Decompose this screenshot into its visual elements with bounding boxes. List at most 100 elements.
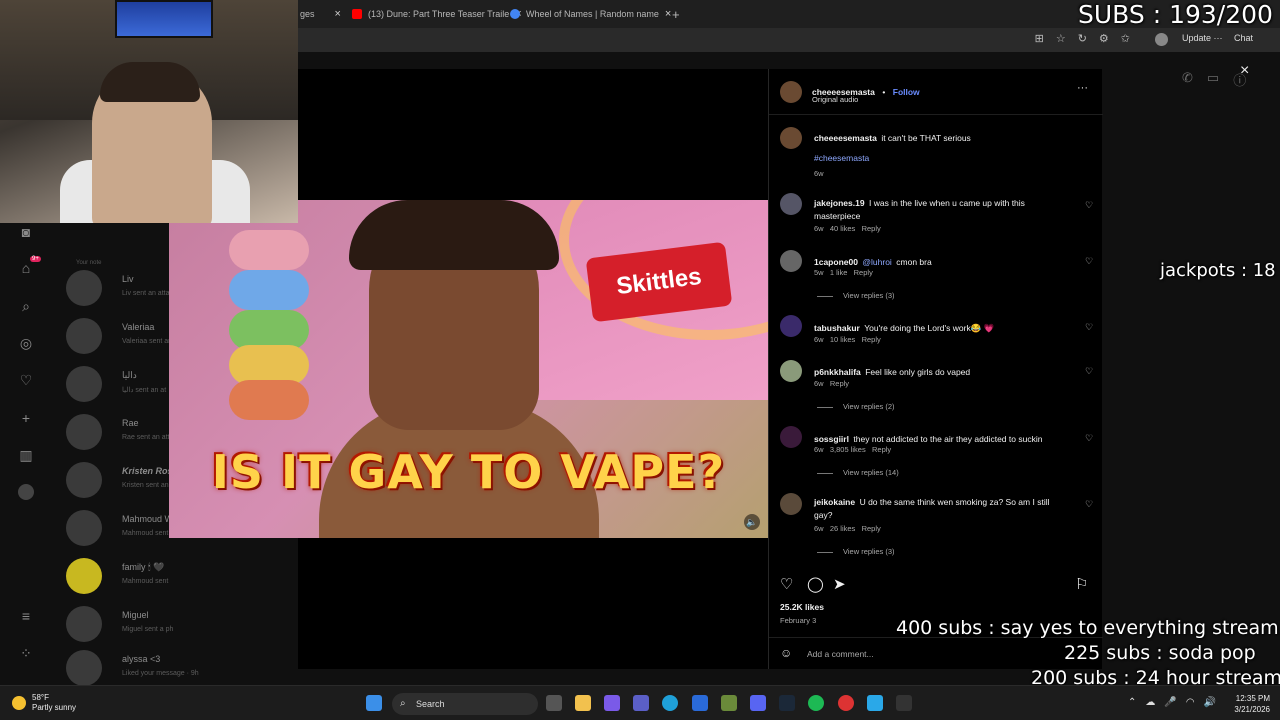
like-comment-icon[interactable]: ♡ [1085, 499, 1093, 510]
menu-icon[interactable]: ≡ [18, 608, 34, 624]
emoji-icon[interactable]: ☺ [780, 646, 792, 660]
instagram-icon[interactable]: ◙ [18, 224, 34, 240]
comment-avatar[interactable] [780, 250, 802, 272]
search-icon[interactable]: ⌕ [18, 298, 34, 314]
profile-avatar[interactable] [1155, 33, 1168, 46]
dm-item[interactable]: Miguel Miguel sent a ph [64, 600, 184, 644]
comment-avatar[interactable] [780, 360, 802, 382]
reply-button[interactable]: Reply [862, 524, 881, 533]
like-icon[interactable]: ♡ [780, 575, 793, 593]
follow-button[interactable]: Follow [893, 87, 920, 97]
more-options-icon[interactable]: ··· [1077, 82, 1088, 94]
dm-item[interactable]: Liv Liv sent an attac [64, 264, 184, 308]
taskbar-search[interactable]: ⌕ Search [392, 693, 538, 715]
clock[interactable]: 12:35 PM 3/21/2026 [1226, 693, 1270, 715]
tab-wheel-of-names[interactable]: Wheel of Names | Random name × [510, 4, 671, 24]
volume-icon[interactable]: 🔈 [744, 514, 760, 530]
comment-avatar[interactable] [780, 426, 802, 448]
comment-username[interactable]: tabushakur [814, 323, 860, 333]
reply-button[interactable]: Reply [830, 379, 849, 388]
update-button[interactable]: Update ··· [1182, 33, 1223, 43]
extensions-icon[interactable]: ⚙ [1099, 32, 1109, 45]
store-icon[interactable] [692, 695, 708, 711]
teams-icon[interactable] [633, 695, 649, 711]
dm-item[interactable]: دالیا دالیا sent an at [64, 360, 184, 404]
chevron-up-icon[interactable]: ⌃ [1128, 697, 1136, 708]
comment-username[interactable]: sossgiirl [814, 434, 849, 444]
close-icon[interactable]: × [1240, 62, 1249, 80]
spotify-icon[interactable] [808, 695, 824, 711]
discord-icon[interactable] [750, 695, 766, 711]
edge-icon[interactable] [662, 695, 678, 711]
share-icon[interactable]: ➤ [833, 575, 846, 593]
task-view-icon[interactable] [546, 695, 562, 711]
comment-username[interactable]: jeikokaine [814, 497, 855, 507]
windows-start-icon[interactable] [366, 695, 382, 711]
steam-icon[interactable] [779, 695, 795, 711]
save-icon[interactable]: ⚐ [1075, 575, 1088, 593]
author-avatar[interactable] [780, 81, 802, 103]
copilot-icon[interactable] [604, 695, 620, 711]
comment-avatar[interactable] [780, 315, 802, 337]
app-icon[interactable] [867, 695, 883, 711]
copilot-chat-button[interactable]: Chat [1234, 33, 1253, 43]
create-icon[interactable]: + [18, 410, 34, 426]
tab-instagram[interactable]: ges × [300, 4, 341, 24]
home-icon[interactable]: ⌂ [18, 260, 34, 276]
view-replies-button[interactable]: View replies (3) [817, 291, 895, 300]
comment-likes[interactable]: 3,805 likes [830, 445, 866, 454]
explore-icon[interactable]: ◎ [18, 335, 34, 351]
likes-count[interactable]: 25.2K likes [780, 602, 824, 612]
like-comment-icon[interactable]: ♡ [1085, 256, 1093, 267]
close-tab-icon[interactable]: × [665, 8, 671, 20]
app-icon[interactable] [721, 695, 737, 711]
dm-item[interactable]: family 🕯 🖤 Mahmoud sent [64, 552, 184, 596]
dashboard-icon[interactable]: ▥ [18, 447, 34, 463]
close-tab-icon[interactable]: × [335, 8, 341, 20]
dm-item[interactable]: Valeriaa Valeriaa sent an [64, 312, 184, 356]
dm-item[interactable]: Kristen Ros Kristen sent an [64, 456, 184, 500]
comment-username[interactable]: p6nkkhalifa [814, 367, 861, 377]
comment-username[interactable]: jakejones.19 [814, 198, 865, 208]
obs-icon[interactable] [838, 695, 854, 711]
dm-item[interactable]: Mahmoud Wa Mahmoud sent [64, 504, 184, 548]
reply-button[interactable]: Reply [854, 268, 873, 277]
reel-video[interactable]: Skittles IS IT GAY TO VAPE? [169, 200, 768, 538]
microphone-icon[interactable]: 🎤 [1164, 697, 1176, 708]
profile-icon[interactable] [18, 484, 34, 500]
cloud-icon[interactable]: ☁ [1145, 697, 1155, 708]
comment-likes[interactable]: 1 like [830, 268, 848, 277]
file-explorer-icon[interactable] [575, 695, 591, 711]
favorite-star-icon[interactable]: ☆ [1056, 32, 1066, 45]
new-tab-button[interactable]: + [672, 4, 680, 24]
wifi-icon[interactable]: ◠ [1186, 697, 1195, 708]
comment-likes[interactable]: 26 likes [830, 524, 855, 533]
video-call-icon[interactable]: ▭ [1207, 70, 1219, 89]
comment-likes[interactable]: 10 likes [830, 335, 855, 344]
original-audio-link[interactable]: Original audio [812, 95, 858, 104]
comment-mention[interactable]: @luhroi [862, 257, 891, 267]
add-comment-input[interactable]: Add a comment... [807, 649, 874, 659]
refresh-icon[interactable]: ↻ [1078, 32, 1087, 45]
like-comment-icon[interactable]: ♡ [1085, 366, 1093, 377]
comment-avatar[interactable] [780, 193, 802, 215]
reply-button[interactable]: Reply [862, 224, 881, 233]
comment-likes[interactable]: 40 likes [830, 224, 855, 233]
like-comment-icon[interactable]: ♡ [1085, 433, 1093, 444]
split-screen-icon[interactable]: ⊞ [1035, 32, 1044, 45]
like-comment-icon[interactable]: ♡ [1085, 322, 1093, 333]
dm-item[interactable]: Rae Rae sent an atta [64, 408, 184, 452]
comment-username[interactable]: 1capone00 [814, 257, 858, 267]
comment-avatar[interactable] [780, 493, 802, 515]
like-comment-icon[interactable]: ♡ [1085, 200, 1093, 211]
favorites-icon[interactable]: ✩ [1121, 32, 1130, 45]
caption-username[interactable]: cheeeesemasta [814, 133, 877, 143]
apps-icon[interactable]: ⁘ [18, 645, 34, 661]
volume-icon[interactable]: 🔊 [1204, 697, 1216, 708]
caption-avatar[interactable] [780, 127, 802, 149]
epic-games-icon[interactable] [896, 695, 912, 711]
caption-hashtag[interactable]: #cheesemasta [814, 153, 869, 163]
reply-button[interactable]: Reply [862, 335, 881, 344]
view-replies-button[interactable]: View replies (14) [817, 468, 899, 477]
view-replies-button[interactable]: View replies (3) [817, 547, 895, 556]
